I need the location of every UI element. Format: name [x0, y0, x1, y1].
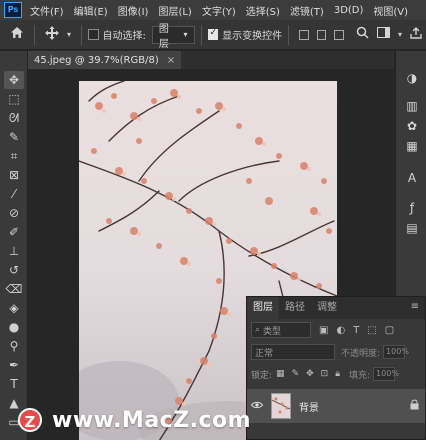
eyedropper-tool-icon[interactable]: ⁄ [4, 185, 24, 203]
tab-layers[interactable]: 图层 [247, 297, 279, 319]
history-brush-tool-icon[interactable]: ↺ [4, 261, 24, 279]
type-tool-icon[interactable]: T [4, 375, 24, 393]
move-tool-icon[interactable] [44, 25, 59, 44]
layers-panel-tabs: 图层 路径 调整 ≡ [247, 297, 425, 319]
filter-adjustment-icon[interactable]: ◐ [336, 325, 345, 336]
align-center-icon[interactable] [316, 29, 327, 40]
menu-filter[interactable]: 滤镜(T) [290, 3, 324, 18]
filter-smart-object-icon[interactable]: ▢ [385, 325, 394, 336]
show-transform-label: 显示变换控件 [222, 31, 283, 42]
menu-select[interactable]: 选择(S) [246, 3, 280, 18]
divider [200, 24, 202, 45]
menu-edit[interactable]: 编辑(E) [74, 3, 108, 18]
lock-position-icon[interactable]: ✥ [306, 369, 314, 379]
layer-filter-value: 类型 [263, 326, 282, 337]
auto-select-target-dropdown[interactable]: 图层 ▾ [151, 24, 195, 50]
photoshop-logo-icon: Ps [4, 2, 22, 18]
opacity-label: 不透明度: [341, 348, 381, 359]
pen-tool-icon[interactable]: ✒ [4, 356, 24, 374]
document-tab-bar: 45.jpeg @ 39.7%(RGB/8) × [28, 51, 394, 69]
menu-3d[interactable]: 3D(D) [334, 5, 364, 16]
menu-layer[interactable]: 图层(L) [158, 3, 191, 18]
layer-name: 背景 [299, 402, 319, 414]
divider [288, 24, 290, 45]
layer-comps-panel-icon[interactable]: ▤ [403, 219, 421, 237]
filter-shape-icon[interactable]: ⬚ [367, 325, 376, 336]
share-icon[interactable] [410, 26, 422, 43]
eraser-tool-icon[interactable]: ⌫ [4, 280, 24, 298]
fill-label: 填充: [349, 370, 371, 381]
filter-pixel-icon[interactable]: ▣ [319, 325, 328, 336]
auto-select-checkbox[interactable] [87, 29, 99, 40]
layer-filter-row: ⌕ 类型 ▣ ◐ T ⬚ ▢ [247, 319, 425, 341]
blur-tool-icon[interactable]: ● [4, 318, 24, 336]
opacity-field[interactable]: 100% [383, 345, 409, 359]
show-transform-checkbox[interactable] [207, 28, 219, 40]
options-bar: ▾ 自动选择: 图层 ▾ 显示变换控件 ▾ [0, 20, 426, 50]
crop-tool-icon[interactable]: ⌗ [4, 147, 24, 165]
lock-artboard-icon[interactable]: ⊡ [321, 369, 329, 379]
lock-transparent-icon[interactable]: ▦ [276, 369, 285, 379]
blend-mode-dropdown[interactable]: 正常 [251, 344, 335, 360]
clone-stamp-tool-icon[interactable]: ⊥ [4, 242, 24, 260]
color-panel-icon[interactable]: ◑ [403, 69, 421, 87]
layers-panel: 图层 路径 调整 ≡ ⌕ 类型 ▣ ◐ T ⬚ ▢ 正常 不透明度: 100% … [246, 296, 426, 440]
tab-paths[interactable]: 路径 [279, 297, 311, 319]
layer-row-background[interactable]: 背景 [247, 389, 425, 423]
swatches-panel-icon[interactable]: ▦ [403, 137, 421, 155]
chevron-down-icon[interactable]: ▾ [67, 30, 71, 39]
lock-icon [410, 399, 419, 413]
watermark-text: www.MacZ.com [52, 407, 252, 433]
lock-image-icon[interactable]: ✎ [292, 369, 300, 379]
marquee-tool-icon[interactable]: ⬚ [4, 90, 24, 108]
align-right-icon[interactable] [334, 29, 344, 40]
fill-field[interactable]: 100% [373, 367, 399, 381]
auto-select-label: 自动选择: [102, 31, 146, 42]
menu-file[interactable]: 文件(F) [30, 3, 64, 18]
chevron-down-icon: ▾ [183, 30, 188, 39]
document-tab[interactable]: 45.jpeg @ 39.7%(RGB/8) × [28, 51, 182, 69]
menu-type[interactable]: 文字(Y) [202, 3, 236, 18]
healing-brush-tool-icon[interactable]: ⊘ [4, 204, 24, 222]
tools-panel: ✥ ⬚ ᘛ ✎ ⌗ ⊠ ⁄ ⊘ ✐ ⊥ ↺ ⌫ ◈ ● ⚲ ✒ T ▲ ▭ [0, 51, 28, 440]
layer-filter-dropdown[interactable]: ⌕ 类型 [251, 322, 311, 338]
chevron-down-icon[interactable]: ▾ [398, 30, 402, 39]
fx-panel-icon[interactable]: ƒ [403, 199, 421, 217]
lock-row: 锁定: ▦ ✎ ✥ ⊡ 🔒︎ 填充: 100% [247, 363, 425, 385]
lasso-tool-icon[interactable]: ᘛ [4, 109, 24, 127]
close-icon[interactable]: × [167, 55, 175, 66]
brush-tool-icon[interactable]: ✐ [4, 223, 24, 241]
workspace-icon[interactable] [376, 27, 390, 42]
quick-select-tool-icon[interactable]: ✎ [4, 128, 24, 146]
watermark: Z www.MacZ.com [18, 404, 251, 436]
align-left-icon[interactable] [299, 29, 309, 40]
divider [34, 24, 35, 45]
search-icon: ⌕ [255, 325, 261, 335]
frame-tool-icon[interactable]: ⊠ [4, 166, 24, 184]
auto-select-target-value: 图层 [158, 23, 169, 50]
lock-label: 锁定: [251, 370, 273, 381]
tab-adjustments[interactable]: 调整 [311, 297, 343, 319]
menu-bar: Ps 文件(F) 编辑(E) 图像(I) 图层(L) 文字(Y) 选择(S) 滤… [0, 0, 426, 20]
properties-panel-icon[interactable]: ✿ [403, 117, 421, 135]
search-icon[interactable] [356, 26, 369, 43]
divider [80, 24, 82, 45]
menu-image[interactable]: 图像(I) [118, 3, 149, 18]
home-icon[interactable] [10, 26, 24, 43]
menu-view[interactable]: 视图(V) [373, 3, 408, 18]
layer-thumbnail [271, 393, 291, 419]
adjustments-panel-icon[interactable]: ▥ [403, 97, 421, 115]
document-tab-title: 45.jpeg @ 39.7%(RGB/8) [34, 54, 159, 66]
panel-menu-icon[interactable]: ≡ [411, 301, 419, 312]
blend-mode-value: 正常 [255, 348, 274, 359]
macz-logo-icon: Z [18, 408, 42, 432]
paint-bucket-tool-icon[interactable]: ◈ [4, 299, 24, 317]
blend-row: 正常 不透明度: 100% [247, 341, 425, 363]
dodge-tool-icon[interactable]: ⚲ [4, 337, 24, 355]
lock-all-icon[interactable]: 🔒︎ [335, 369, 340, 379]
character-panel-icon[interactable]: A [403, 169, 421, 187]
filter-type-icon[interactable]: T [353, 325, 359, 336]
move-tool-icon[interactable]: ✥ [4, 71, 24, 89]
